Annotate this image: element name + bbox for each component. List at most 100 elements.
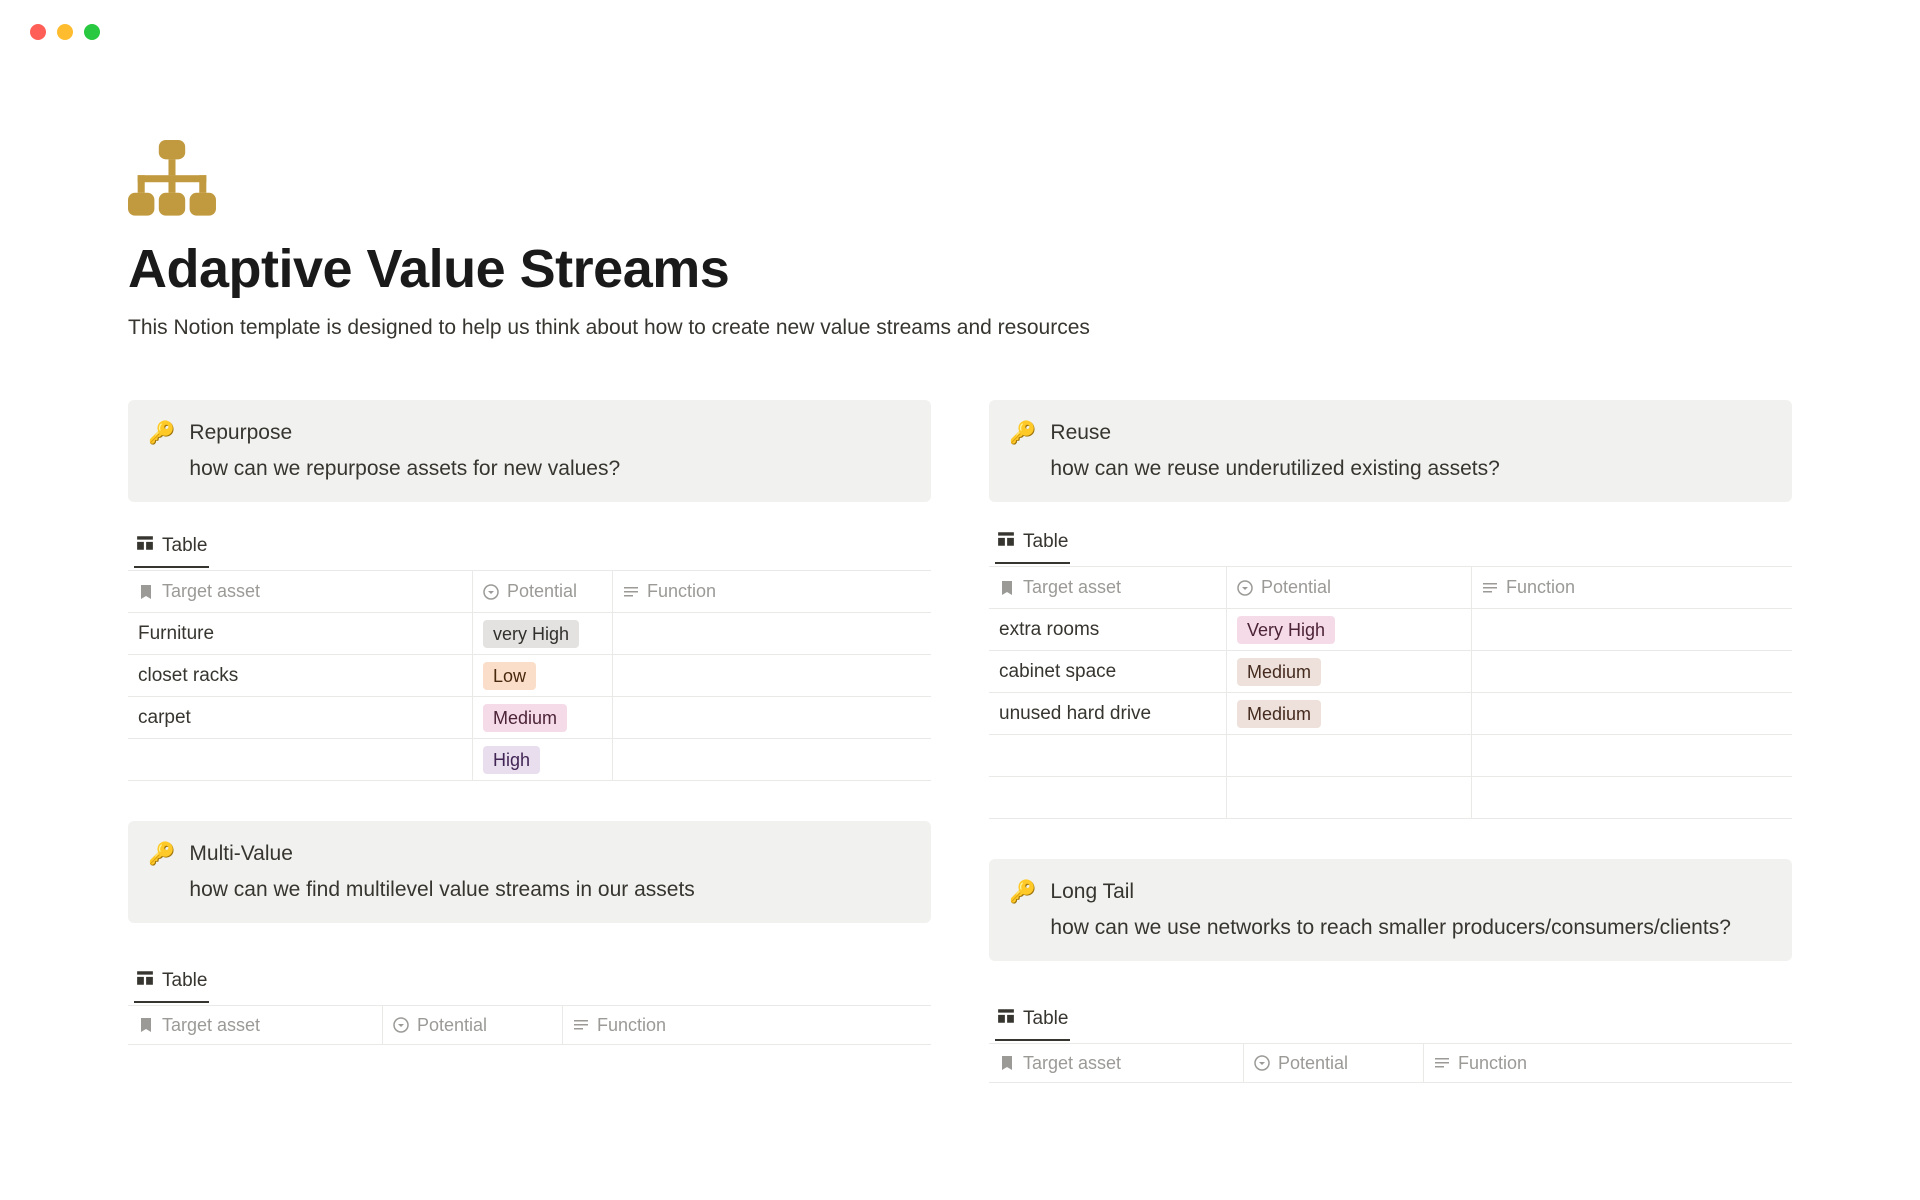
header-target-asset[interactable]: Target asset — [989, 1044, 1244, 1082]
table-reuse: Target asset Potential Function extra ro… — [989, 566, 1792, 819]
header-target-asset[interactable]: Target asset — [128, 571, 473, 612]
bookmark-icon — [138, 1017, 154, 1033]
tab-table-longtail[interactable]: Table — [995, 1001, 1070, 1041]
text-icon — [1482, 580, 1498, 596]
table-multivalue: Target asset Potential Function — [128, 1005, 931, 1045]
callout-subtitle: how can we find multilevel value streams… — [189, 877, 694, 903]
cell-target-asset[interactable]: unused hard drive — [989, 693, 1227, 734]
callout-multivalue[interactable]: 🔑 Multi-Value how can we find multilevel… — [128, 821, 931, 923]
cell-function[interactable] — [1472, 651, 1792, 692]
table-icon — [136, 534, 154, 558]
window-controls — [0, 0, 1920, 40]
page-icon-hierarchy[interactable] — [128, 140, 216, 218]
cell-function[interactable] — [1472, 609, 1792, 650]
cell-target-asset[interactable] — [989, 777, 1227, 818]
cell-potential[interactable]: Medium — [473, 697, 613, 738]
columns-container: 🔑 Repurpose how can we repurpose assets … — [128, 400, 1792, 1083]
key-icon: 🔑 — [1009, 420, 1036, 446]
tab-table-multivalue[interactable]: Table — [134, 963, 209, 1003]
window-close-button[interactable] — [30, 24, 46, 40]
column-left: 🔑 Repurpose how can we repurpose assets … — [128, 400, 931, 1083]
cell-function[interactable] — [613, 697, 931, 738]
window-minimize-button[interactable] — [57, 24, 73, 40]
callout-longtail[interactable]: 🔑 Long Tail how can we use networks to r… — [989, 859, 1792, 961]
column-right: 🔑 Reuse how can we reuse underutilized e… — [989, 400, 1792, 1083]
header-target-asset[interactable]: Target asset — [128, 1006, 383, 1044]
select-icon — [393, 1017, 409, 1033]
tab-table-repurpose[interactable]: Table — [134, 528, 209, 568]
callout-title: Long Tail — [1050, 879, 1730, 905]
cell-potential[interactable] — [1227, 735, 1472, 776]
cell-target-asset[interactable] — [989, 735, 1227, 776]
key-icon: 🔑 — [1009, 879, 1036, 905]
tab-table-reuse[interactable]: Table — [995, 524, 1070, 564]
table-row[interactable]: carpetMedium — [128, 697, 931, 739]
table-row[interactable]: unused hard driveMedium — [989, 693, 1792, 735]
callout-repurpose[interactable]: 🔑 Repurpose how can we repurpose assets … — [128, 400, 931, 502]
bookmark-icon — [999, 1055, 1015, 1071]
callout-title: Reuse — [1050, 420, 1499, 446]
cell-target-asset[interactable]: cabinet space — [989, 651, 1227, 692]
cell-function[interactable] — [613, 739, 931, 780]
page-subtitle[interactable]: This Notion template is designed to help… — [128, 316, 1792, 340]
potential-tag: very High — [483, 620, 579, 648]
cell-function[interactable] — [1472, 693, 1792, 734]
cell-function[interactable] — [613, 655, 931, 696]
table-longtail: Target asset Potential Function — [989, 1043, 1792, 1083]
callout-title: Repurpose — [189, 420, 620, 446]
cell-target-asset[interactable]: carpet — [128, 697, 473, 738]
header-potential[interactable]: Potential — [383, 1006, 563, 1044]
cell-potential[interactable]: Medium — [1227, 651, 1472, 692]
cell-potential[interactable]: High — [473, 739, 613, 780]
callout-reuse[interactable]: 🔑 Reuse how can we reuse underutilized e… — [989, 400, 1792, 502]
cell-potential[interactable]: Very High — [1227, 609, 1472, 650]
cell-target-asset[interactable]: closet racks — [128, 655, 473, 696]
table-row[interactable]: closet racks Low — [128, 655, 931, 697]
header-function[interactable]: Function — [1472, 567, 1792, 608]
select-icon — [1237, 580, 1253, 596]
table-row[interactable]: Furniture very High — [128, 613, 931, 655]
page-title[interactable]: Adaptive Value Streams — [128, 238, 1792, 300]
text-icon — [623, 584, 639, 600]
cell-target-asset[interactable]: Furniture — [128, 613, 473, 654]
table-row[interactable] — [989, 735, 1792, 777]
select-icon — [483, 584, 499, 600]
callout-subtitle: how can we repurpose assets for new valu… — [189, 456, 620, 482]
header-potential[interactable]: Potential — [1244, 1044, 1424, 1082]
header-target-asset[interactable]: Target asset — [989, 567, 1227, 608]
table-row[interactable] — [989, 777, 1792, 819]
header-potential[interactable]: Potential — [473, 571, 613, 612]
cell-potential[interactable]: very High — [473, 613, 613, 654]
table-icon — [997, 1007, 1015, 1031]
cell-target-asset[interactable] — [128, 739, 473, 780]
window-maximize-button[interactable] — [84, 24, 100, 40]
table-row[interactable]: High — [128, 739, 931, 781]
header-function[interactable]: Function — [1424, 1044, 1792, 1082]
header-function[interactable]: Function — [613, 571, 931, 612]
table-header-row: Target asset Potential Function — [128, 571, 931, 613]
cell-potential[interactable]: Low — [473, 655, 613, 696]
table-row[interactable]: cabinet space Medium — [989, 651, 1792, 693]
bookmark-icon — [999, 580, 1015, 596]
callout-subtitle: how can we reuse underutilized existing … — [1050, 456, 1499, 482]
table-icon — [136, 969, 154, 993]
potential-tag: Low — [483, 662, 536, 690]
table-row[interactable]: extra roomsVery High — [989, 609, 1792, 651]
text-icon — [573, 1017, 589, 1033]
cell-target-asset[interactable]: extra rooms — [989, 609, 1227, 650]
text-icon — [1434, 1055, 1450, 1071]
header-potential[interactable]: Potential — [1227, 567, 1472, 608]
potential-tag: Medium — [1237, 658, 1321, 686]
cell-function[interactable] — [1472, 777, 1792, 818]
potential-tag: High — [483, 746, 540, 774]
tab-label: Table — [162, 970, 207, 992]
header-function[interactable]: Function — [563, 1006, 931, 1044]
page-content: Adaptive Value Streams This Notion templ… — [0, 40, 1920, 1083]
tab-label: Table — [1023, 531, 1068, 553]
cell-potential[interactable]: Medium — [1227, 693, 1472, 734]
cell-function[interactable] — [613, 613, 931, 654]
cell-function[interactable] — [1472, 735, 1792, 776]
cell-potential[interactable] — [1227, 777, 1472, 818]
table-header-row: Target asset Potential Function — [128, 1006, 931, 1045]
tab-label: Table — [162, 535, 207, 557]
